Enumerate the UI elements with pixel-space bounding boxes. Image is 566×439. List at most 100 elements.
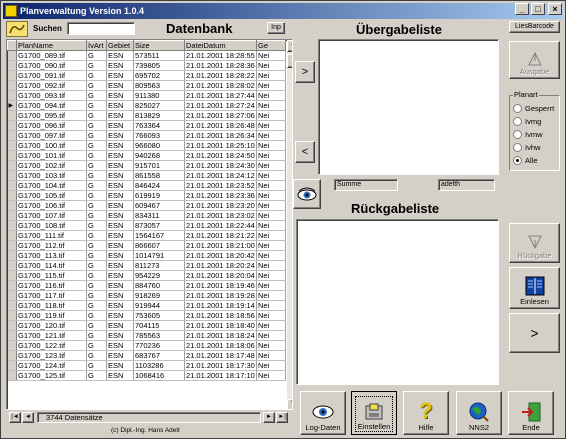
column-header[interactable]: Gebiet <box>106 40 134 51</box>
row-indicator[interactable] <box>7 90 17 101</box>
nav-next-button[interactable]: ► <box>263 412 275 423</box>
ende-button[interactable]: Ende <box>508 391 554 435</box>
rueckgabe-list[interactable] <box>296 219 499 385</box>
row-indicator[interactable] <box>7 180 17 191</box>
minimize-button[interactable]: _ <box>515 3 529 15</box>
table-row[interactable]: G1700_107.tif G ESN 834311 21.01.2001 18:23:… <box>7 210 286 221</box>
row-indicator[interactable] <box>7 280 17 291</box>
einstellen-button[interactable]: Einstellen <box>351 391 397 435</box>
nav-last-button[interactable]: ►| <box>276 412 288 423</box>
radio-circle-icon[interactable] <box>513 156 522 165</box>
hilfe-button[interactable]: ? Hilfe <box>403 391 449 435</box>
table-row[interactable]: G1700_100.tif G ESN 966080 21.01.2001 18:25:… <box>7 140 286 151</box>
table-row[interactable]: G1700_090.tif G ESN 739805 21.01.2001 18:28:… <box>7 60 286 71</box>
maximize-button[interactable]: □ <box>531 3 545 15</box>
row-indicator[interactable] <box>7 240 17 251</box>
column-header[interactable]: PlanName <box>16 40 87 51</box>
row-indicator[interactable]: ▶ <box>7 100 17 111</box>
row-indicator[interactable] <box>7 50 17 61</box>
planart-radio[interactable]: Ivhw <box>513 141 554 154</box>
next-page-button[interactable]: > <box>509 313 560 353</box>
ausgabe-button[interactable]: Ausgabe <box>509 41 560 79</box>
table-row[interactable]: G1700_121.tif G ESN 785563 21.01.2001 18:18:… <box>7 330 286 341</box>
liesbarcode-button[interactable]: LiesBarcode <box>509 21 560 33</box>
add-to-uebergabe-button[interactable]: > <box>295 61 315 83</box>
row-indicator[interactable] <box>7 230 17 241</box>
radio-circle-icon[interactable] <box>513 104 522 113</box>
table-row[interactable]: ▶ G1700_094.tif G ESN 825027 21.01.2001 18:27… <box>7 100 286 111</box>
table-row[interactable]: G1700_113.tif G ESN 1014791 21.01.2001 18:20… <box>7 250 286 261</box>
planart-radio[interactable]: Gesperrt <box>513 102 554 115</box>
column-header[interactable]: DateiDatum <box>184 40 257 51</box>
row-indicator[interactable] <box>7 210 17 221</box>
row-indicator[interactable] <box>7 260 17 271</box>
table-row[interactable]: G1700_089.tif G ESN 573511 21.01.2001 18:28:… <box>7 50 286 61</box>
row-indicator[interactable] <box>7 160 17 171</box>
table-row[interactable]: G1700_093.tif G ESN 911380 21.01.2001 18:27:… <box>7 90 286 101</box>
column-header[interactable]: Size <box>133 40 185 51</box>
table-row[interactable]: G1700_105.tif G ESN 619919 21.01.2001 18:23:… <box>7 190 286 201</box>
row-indicator[interactable] <box>7 350 17 361</box>
table-row[interactable]: G1700_102.tif G ESN 915701 21.01.2001 18:24:… <box>7 160 286 171</box>
row-indicator[interactable] <box>7 360 17 371</box>
row-indicator[interactable] <box>7 290 17 301</box>
row-indicator[interactable] <box>7 60 17 71</box>
row-indicator[interactable] <box>7 80 17 91</box>
nns2-button[interactable]: NNS2 <box>456 391 502 435</box>
row-indicator[interactable] <box>7 140 17 151</box>
table-row[interactable]: G1700_116.tif G ESN 884760 21.01.2001 18:19:… <box>7 280 286 291</box>
table-row[interactable]: G1700_095.tif G ESN 813829 21.01.2001 18:27:… <box>7 110 286 121</box>
table-row[interactable]: G1700_096.tif G ESN 763364 21.01.2001 18:26:… <box>7 120 286 131</box>
nav-prev-button[interactable]: ◄ <box>22 412 34 423</box>
row-indicator[interactable] <box>7 330 17 341</box>
table-row[interactable]: G1700_120.tif G ESN 704115 21.01.2001 18:18:… <box>7 320 286 331</box>
row-indicator[interactable] <box>7 340 17 351</box>
planart-radio[interactable]: Alle <box>513 154 554 167</box>
table-row[interactable]: G1700_118.tif G ESN 919944 21.01.2001 18:19:… <box>7 300 286 311</box>
planart-radio[interactable]: Ivmw <box>513 128 554 141</box>
table-row[interactable]: G1700_112.tif G ESN 866607 21.01.2001 18:21:… <box>7 240 286 251</box>
table-row[interactable]: G1700_117.tif G ESN 918269 21.01.2001 18:19:… <box>7 290 286 301</box>
row-indicator[interactable] <box>7 310 17 321</box>
nav-first-button[interactable]: |◄ <box>9 412 21 423</box>
scroll-thumb[interactable] <box>287 54 292 68</box>
row-indicator[interactable] <box>7 320 17 331</box>
row-indicator[interactable] <box>7 300 17 311</box>
radio-circle-icon[interactable] <box>513 117 522 126</box>
row-indicator[interactable] <box>7 120 17 131</box>
table-row[interactable]: G1700_101.tif G ESN 940268 21.01.2001 18:24:… <box>7 150 286 161</box>
column-header[interactable]: Ge <box>256 40 286 51</box>
row-indicator[interactable] <box>7 270 17 281</box>
table-row[interactable]: G1700_103.tif G ESN 861558 21.01.2001 18:24:… <box>7 170 286 181</box>
view-eye-button[interactable] <box>293 179 321 209</box>
table-row[interactable]: G1700_104.tif G ESN 846424 21.01.2001 18:23:… <box>7 180 286 191</box>
table-row[interactable]: G1700_092.tif G ESN 809563 21.01.2001 18:28:… <box>7 80 286 91</box>
table-row[interactable]: G1700_111.tif G ESN 1564167 21.01.2001 18:21… <box>7 230 286 241</box>
row-indicator[interactable] <box>7 110 17 121</box>
table-row[interactable]: G1700_091.tif G ESN 695702 21.01.2001 18:28:… <box>7 70 286 81</box>
remove-from-uebergabe-button[interactable]: < <box>295 141 315 163</box>
table-row[interactable]: G1700_114.tif G ESN 811273 21.01.2001 18:20:… <box>7 260 286 271</box>
radio-circle-icon[interactable] <box>513 143 522 152</box>
einlesen-button[interactable]: Einlesen <box>509 267 560 309</box>
row-indicator[interactable] <box>7 130 17 141</box>
log-daten-button[interactable]: Log-Daten <box>300 391 346 435</box>
table-row[interactable]: G1700_122.tif G ESN 770236 21.01.2001 18:18:… <box>7 340 286 351</box>
row-indicator[interactable] <box>7 190 17 201</box>
table-row[interactable]: G1700_125.tif G ESN 1068416 21.01.2001 18:17… <box>7 370 286 381</box>
table-row[interactable]: G1700_097.tif G ESN 766093 21.01.2001 18:26:… <box>7 130 286 141</box>
table-row[interactable]: G1700_108.tif G ESN 873057 21.01.2001 18:22:… <box>7 220 286 231</box>
close-button[interactable]: × <box>548 3 562 15</box>
search-input[interactable] <box>67 22 135 35</box>
table-row[interactable]: G1700_115.tif G ESN 954229 21.01.2001 18:20:… <box>7 270 286 281</box>
table-row[interactable]: G1700_106.tif G ESN 609467 21.01.2001 18:23:… <box>7 200 286 211</box>
radio-circle-icon[interactable] <box>513 130 522 139</box>
uebergabe-list[interactable] <box>318 39 499 175</box>
row-indicator[interactable] <box>7 370 17 381</box>
row-indicator[interactable] <box>7 70 17 81</box>
scroll-down-icon[interactable]: ▼ <box>287 399 292 409</box>
row-indicator[interactable] <box>7 150 17 161</box>
row-indicator[interactable] <box>7 220 17 231</box>
planart-radio[interactable]: Ivmg <box>513 115 554 128</box>
table-row[interactable]: G1700_119.tif G ESN 753605 21.01.2001 18:18:… <box>7 310 286 321</box>
